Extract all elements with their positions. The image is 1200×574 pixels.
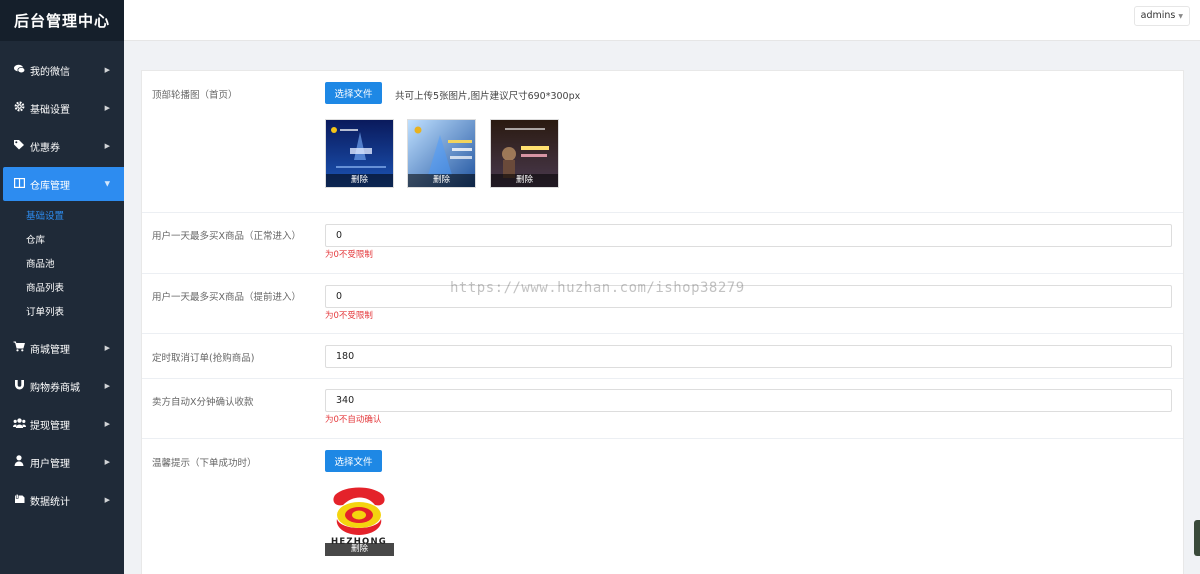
sidebar-item-users[interactable]: 用户管理 ▶ — [0, 443, 124, 481]
banner-delete-button-2[interactable]: 删除 — [408, 174, 475, 187]
user-dropdown[interactable]: admins ▼ — [1133, 6, 1190, 26]
sidebar-item-label: 基础设置 — [30, 104, 70, 116]
banner-thumbnail-1: 删除 — [325, 119, 394, 188]
chevron-right-icon: ▶ — [104, 458, 110, 466]
banner-thumbnail-2: 删除 — [407, 119, 476, 188]
banner-delete-button-3[interactable]: 删除 — [491, 174, 558, 187]
chevron-right-icon: ▶ — [104, 496, 110, 504]
cancel-timer-label: 定时取消订单(抢购商品) — [152, 353, 255, 364]
banner-label: 顶部轮播图（首页） — [152, 90, 238, 101]
chevron-right-icon: ▶ — [104, 142, 110, 150]
sidebar-item-label: 用户管理 — [30, 458, 70, 470]
chat-icon — [12, 64, 26, 77]
tip-choose-file-button[interactable]: 选择文件 — [325, 450, 382, 472]
submenu-item-order-list[interactable]: 订单列表 — [0, 301, 124, 325]
auto-confirm-input[interactable]: 340 — [325, 389, 1172, 412]
settings-form: 顶部轮播图（首页） 选择文件 共可上传5张图片,图片建议尺寸690*300px … — [141, 70, 1184, 574]
banner-hint: 共可上传5张图片,图片建议尺寸690*300px — [395, 91, 581, 102]
tip-delete-button[interactable]: 删除 — [325, 543, 394, 556]
banner-delete-button-1[interactable]: 删除 — [326, 174, 393, 187]
auto-confirm-label: 卖方自动X分钟确认收款 — [152, 397, 254, 408]
warehouse-submenu: 基础设置 仓库 商品池 商品列表 订单列表 — [0, 203, 124, 329]
side-scroll-tab[interactable] — [1194, 520, 1200, 556]
sidebar-item-label: 优惠券 — [30, 142, 60, 154]
banner-choose-file-button[interactable]: 选择文件 — [325, 82, 382, 104]
sidebar-item-label: 提现管理 — [30, 420, 70, 432]
chevron-right-icon: ▶ — [104, 104, 110, 112]
limit-early-note: 为0不受限制 — [325, 311, 373, 321]
chevron-right-icon: ▶ — [104, 382, 110, 390]
tip-thumbnail: HEZHONG 删除 — [325, 487, 394, 556]
auto-confirm-note: 为0不自动确认 — [325, 415, 382, 425]
sidebar-item-label: 购物券商城 — [30, 382, 80, 394]
form-row-banner: 顶部轮播图（首页） 选择文件 共可上传5张图片,图片建议尺寸690*300px … — [142, 71, 1183, 213]
columns-icon — [12, 177, 26, 191]
sidebar-item-label: 数据统计 — [30, 496, 70, 508]
magnet-icon — [12, 379, 26, 393]
limit-normal-note: 为0不受限制 — [325, 250, 373, 260]
sidebar-item-statistics[interactable]: 数据统计 ▶ — [0, 481, 124, 519]
sidebar-item-voucher-mall[interactable]: 购物券商城 ▶ — [0, 367, 124, 405]
chevron-down-icon: ▶ — [103, 181, 112, 187]
watermark-text: https://www.huzhan.com/ishop38279 — [450, 280, 745, 296]
users-icon — [12, 417, 26, 431]
cart-icon — [12, 341, 26, 355]
chevron-right-icon: ▶ — [104, 344, 110, 352]
limit-normal-label: 用户一天最多买X商品（正常进入） — [152, 231, 302, 242]
caret-down-icon: ▼ — [1178, 13, 1183, 20]
sidebar-item-label: 我的微信 — [30, 66, 70, 78]
submenu-item-basic-settings[interactable]: 基础设置 — [0, 205, 124, 229]
form-row-limit-normal: 用户一天最多买X商品（正常进入） 0 为0不受限制 — [142, 213, 1183, 274]
sidebar-item-warehouse[interactable]: 仓库管理 ▶ — [3, 167, 124, 201]
username: admins — [1140, 10, 1176, 21]
sidebar-menu: 我的微信 ▶ 基础设置 ▶ 优惠券 ▶ 仓库管理 ▶ 基础设置 仓库 商品池 商… — [0, 51, 124, 519]
sidebar-item-basic-settings[interactable]: 基础设置 ▶ — [0, 89, 124, 127]
limit-early-label: 用户一天最多买X商品（提前进入） — [152, 292, 302, 303]
form-row-cancel-timer: 定时取消订单(抢购商品) 180 — [142, 334, 1183, 379]
sidebar: 后台管理中心 我的微信 ▶ 基础设置 ▶ 优惠券 ▶ 仓库管理 ▶ 基础设置 仓… — [0, 0, 124, 574]
sidebar-item-mall[interactable]: 商城管理 ▶ — [0, 329, 124, 367]
submenu-item-product-pool[interactable]: 商品池 — [0, 253, 124, 277]
form-row-auto-confirm: 卖方自动X分钟确认收款 340 为0不自动确认 — [142, 379, 1183, 439]
sidebar-item-label: 商城管理 — [30, 344, 70, 356]
brand-title: 后台管理中心 — [0, 0, 124, 41]
tag-icon — [12, 139, 26, 153]
chevron-right-icon: ▶ — [104, 66, 110, 74]
sidebar-item-withdraw[interactable]: 提现管理 ▶ — [0, 405, 124, 443]
gear-icon — [12, 101, 26, 115]
chevron-right-icon: ▶ — [104, 420, 110, 428]
limit-normal-input[interactable]: 0 — [325, 224, 1172, 247]
form-row-tip: 温馨提示（下单成功时） 选择文件 HEZHONG 删除 — [142, 439, 1183, 574]
top-bar: admins ▼ — [124, 0, 1200, 41]
user-icon — [12, 455, 26, 469]
bookmark-icon — [12, 493, 26, 507]
tip-label: 温馨提示（下单成功时） — [152, 458, 257, 469]
submenu-item-warehouse[interactable]: 仓库 — [0, 229, 124, 253]
submenu-item-product-list[interactable]: 商品列表 — [0, 277, 124, 301]
sidebar-item-label: 仓库管理 — [30, 180, 70, 192]
banner-thumbnail-3: 删除 — [490, 119, 559, 188]
sidebar-item-wechat[interactable]: 我的微信 ▶ — [0, 51, 124, 89]
sidebar-item-coupons[interactable]: 优惠券 ▶ — [0, 127, 124, 165]
cancel-timer-input[interactable]: 180 — [325, 345, 1172, 368]
